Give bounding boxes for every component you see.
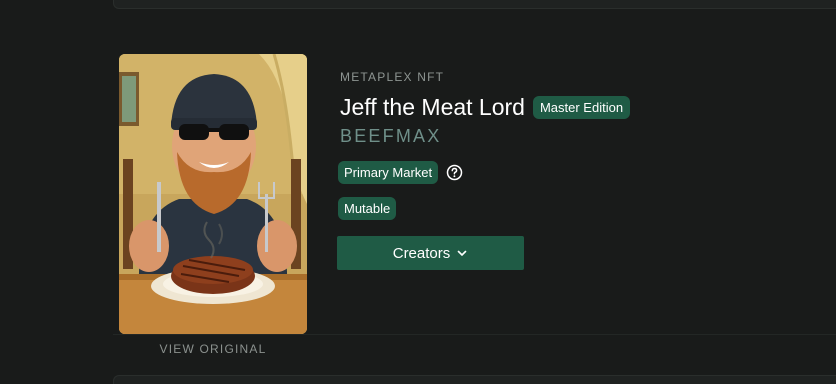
previous-card (113, 0, 836, 9)
primary-market-badge: Primary Market (338, 161, 439, 184)
collection-label: METAPLEX NFT (340, 70, 445, 84)
chevron-down-icon (457, 250, 467, 256)
title-row: Jeff the Meat Lord Master Edition (340, 94, 631, 121)
nft-title: Jeff the Meat Lord (340, 94, 525, 120)
creators-label: Creators (392, 244, 451, 262)
market-row: Primary Market (338, 161, 463, 184)
view-original-link[interactable]: VIEW ORIGINAL (119, 342, 307, 356)
next-card (113, 375, 836, 384)
divider (113, 334, 836, 335)
help-circle-icon[interactable] (446, 164, 463, 181)
mutable-badge: Mutable (338, 197, 397, 220)
mutable-row: Mutable (338, 197, 397, 220)
creators-button[interactable]: Creators (337, 236, 524, 270)
nft-artwork (119, 54, 307, 334)
nft-image[interactable] (119, 54, 307, 334)
nft-details-page: VIEW ORIGINAL METAPLEX NFT Jeff the Meat… (0, 0, 836, 384)
edition-badge: Master Edition (532, 96, 631, 119)
nft-symbol: BEEFMAX (340, 126, 442, 146)
